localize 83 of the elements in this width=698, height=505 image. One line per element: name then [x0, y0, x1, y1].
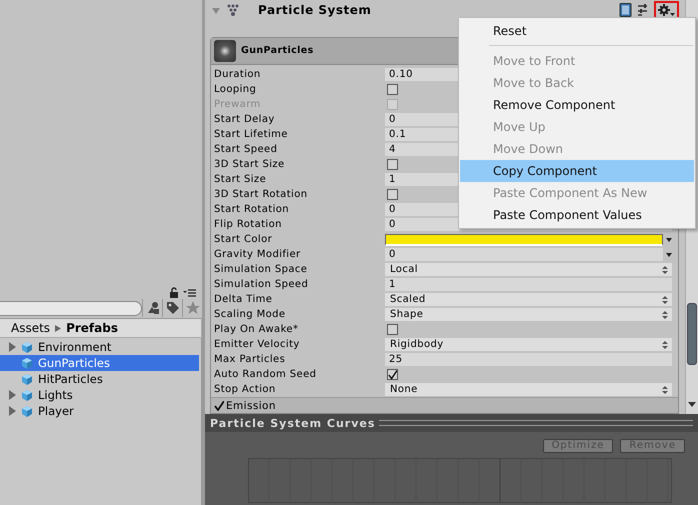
- asset-item[interactable]: GunParticles: [0, 355, 199, 371]
- component-title: Particle System: [258, 3, 372, 17]
- cube-icon: [21, 356, 33, 370]
- check-icon: [214, 400, 224, 410]
- expand-arrow-icon[interactable]: [8, 342, 17, 352]
- asset-item[interactable]: Lights: [0, 387, 199, 403]
- dropdown-arrow-icon[interactable]: [666, 252, 672, 256]
- emission-checkbox[interactable]: [214, 400, 224, 410]
- particles-icon: [226, 4, 240, 16]
- cube-icon: [21, 372, 33, 386]
- property-label: Flip Rotation: [214, 219, 283, 230]
- section-label: Emission: [226, 400, 276, 412]
- module-title: GunParticles: [241, 45, 314, 56]
- module-icon: [214, 40, 236, 62]
- property-label: Scaling Mode: [214, 309, 286, 320]
- property-label: Gravity Modifier: [214, 249, 302, 260]
- tag-icon[interactable]: [166, 301, 180, 315]
- property-label: Duration: [214, 69, 262, 80]
- checkbox[interactable]: [387, 369, 398, 380]
- stepper-arrows-icon: [662, 386, 668, 394]
- dropdown-field[interactable]: Shape: [385, 308, 672, 321]
- panel-title: Particle System Curves: [210, 416, 376, 430]
- menu-icon[interactable]: [183, 288, 196, 298]
- stepper-arrows-icon: [662, 310, 668, 318]
- property-label: Emitter Velocity: [214, 339, 301, 350]
- dropdown-field[interactable]: None: [385, 383, 672, 396]
- property-label: Start Size: [214, 174, 268, 185]
- menu-item[interactable]: Reset: [460, 20, 694, 42]
- checkbox[interactable]: [387, 189, 398, 200]
- scrollbar-thumb[interactable]: [687, 303, 697, 365]
- breadcrumb-item[interactable]: Prefabs: [66, 321, 118, 335]
- scroll-down-icon[interactable]: [688, 402, 696, 407]
- property-label: Start Delay: [214, 114, 276, 125]
- menu-item[interactable]: Remove Component: [460, 94, 694, 116]
- property-label: Start Lifetime: [214, 129, 289, 140]
- sliders-icon[interactable]: [638, 3, 648, 17]
- property-label: Stop Action: [214, 384, 277, 395]
- dropdown-field[interactable]: Scaled: [385, 293, 672, 306]
- property-label: Simulation Speed: [214, 279, 310, 290]
- search-field[interactable]: [0, 300, 142, 316]
- expand-arrow-icon[interactable]: [8, 406, 17, 416]
- property-label: Start Color: [214, 234, 274, 245]
- property-label: Prewarm: [214, 99, 262, 110]
- caret-icon: [55, 324, 62, 332]
- shapes-icon[interactable]: [146, 301, 160, 315]
- property-label: Looping: [214, 84, 258, 95]
- menu-item[interactable]: Copy Component: [460, 160, 694, 182]
- property-label: Max Particles: [214, 354, 286, 365]
- menu-item[interactable]: Paste Component Values: [460, 204, 694, 226]
- property-label: Auto Random Seed: [214, 369, 318, 380]
- property-label: Simulation Space: [214, 264, 308, 275]
- property-label: Delta Time: [214, 294, 274, 305]
- check-icon: [388, 370, 397, 380]
- cube-icon: [21, 340, 33, 354]
- settings-icon[interactable]: [658, 4, 675, 16]
- cube-icon: [21, 404, 33, 418]
- stepper-arrows-icon: [662, 296, 668, 304]
- number-field[interactable]: 0: [385, 248, 663, 261]
- breadcrumb-item[interactable]: Assets: [11, 321, 50, 335]
- property-label: Play On Awake*: [214, 324, 300, 335]
- lock-icon[interactable]: [169, 287, 179, 298]
- checkbox[interactable]: [387, 159, 398, 170]
- property-label: Start Rotation: [214, 204, 290, 215]
- property-label: Start Speed: [214, 144, 278, 155]
- star-icon[interactable]: [186, 301, 200, 315]
- dropdown-field[interactable]: Local: [385, 263, 672, 276]
- number-field[interactable]: 25: [385, 353, 672, 366]
- dropdown-field[interactable]: Rigidbody: [385, 338, 672, 351]
- color-swatch[interactable]: [385, 234, 663, 246]
- property-label: 3D Start Size: [214, 159, 286, 170]
- property-label: 3D Start Rotation: [214, 189, 308, 200]
- cube-icon: [21, 388, 33, 402]
- checkbox[interactable]: [387, 324, 398, 335]
- asset-item[interactable]: Environment: [0, 339, 199, 355]
- help-book-icon[interactable]: [619, 3, 632, 17]
- stepper-arrows-icon: [662, 266, 668, 274]
- checkbox[interactable]: [387, 84, 398, 95]
- stepper-arrows-icon: [662, 340, 668, 348]
- expand-arrow-icon[interactable]: [8, 390, 17, 400]
- dropdown-arrow-icon[interactable]: [666, 238, 672, 242]
- number-field[interactable]: 1: [385, 278, 672, 291]
- asset-item[interactable]: Player: [0, 403, 199, 419]
- asset-item[interactable]: HitParticles: [0, 371, 199, 387]
